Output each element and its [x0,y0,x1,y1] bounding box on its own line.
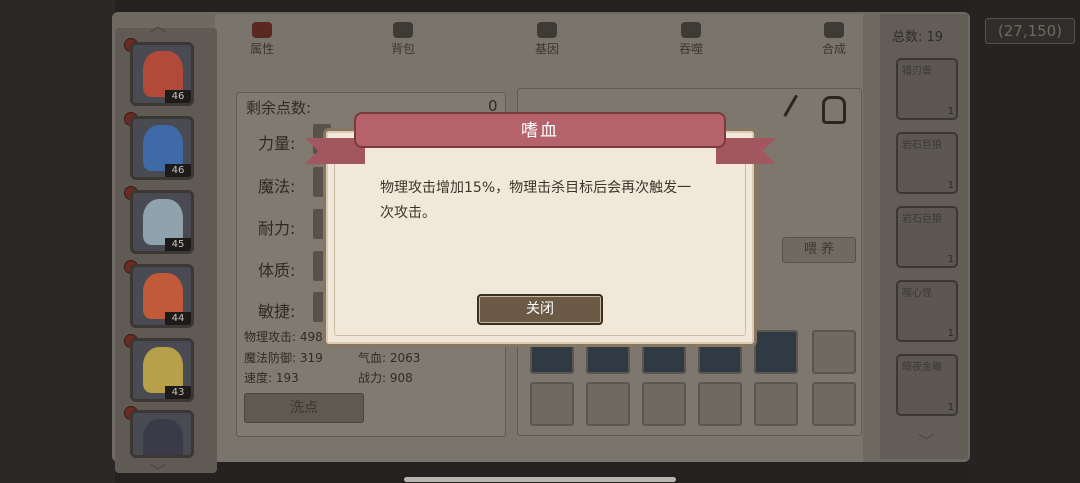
tab-label: 属性 [249,42,274,56]
gene-icon [537,22,557,38]
equipment-slot[interactable] [754,382,798,426]
pet-scroll-down-icon[interactable]: ﹀ [918,428,934,452]
tab-gene[interactable]: 基因 [517,22,577,62]
attr-magic-label: 魔法: [258,177,296,196]
equipment-slot[interactable] [812,330,856,374]
pet-name: 岩石巨狼 [902,214,942,225]
scroll-down-icon[interactable]: ﹀ [150,458,166,482]
attr-constitution-label: 体质: [258,261,296,280]
remaining-points-label: 剩余点数: [246,99,312,117]
pet-count: 1 [947,254,954,265]
lock-icon[interactable] [822,96,846,124]
pet-name: 噬心怪 [902,288,932,299]
hero-card[interactable]: 46 [130,116,194,180]
equipment-slot[interactable] [530,382,574,426]
tab-label: 基因 [534,42,559,56]
tab-label: 合成 [821,42,846,56]
tab-label: 背包 [390,42,415,56]
world-left-background [0,0,115,483]
backpack-icon [393,22,413,38]
pet-card[interactable]: 暗夜金雕 1 [896,354,958,416]
hero-card[interactable]: 46 [130,42,194,106]
home-indicator[interactable] [404,477,676,482]
equipment-slot[interactable] [812,382,856,426]
tab-attributes[interactable]: 属性 [232,22,292,62]
close-button[interactable]: 关闭 [477,294,603,325]
pet-count: 1 [947,328,954,339]
game-screen: (27,150) ︿ ﹀ 46 46 45 44 43 属性 背包 基因 吞噬 … [0,0,1080,483]
synthesize-icon [824,22,844,38]
equipment-slot[interactable] [586,382,630,426]
stat-speed: 速度: 193 [244,371,299,385]
hero-level: 46 [165,90,191,103]
pet-card[interactable]: 猎刃兽 1 [896,58,958,120]
pet-name: 暗夜金雕 [902,362,942,373]
pet-count: 1 [947,402,954,413]
pet-card[interactable]: 岩石巨狼 1 [896,132,958,194]
stat-magic-def: 魔法防御: 319 [244,351,323,365]
hero-card[interactable] [130,410,194,458]
pet-total-count: 总数: 19 [892,30,944,45]
equipment-slot[interactable] [754,330,798,374]
hero-portrait [143,419,183,455]
coin-counter: (27,150) [985,18,1075,44]
pet-name: 岩石巨狼 [902,140,942,151]
hero-level: 43 [165,386,191,399]
equipment-slot[interactable] [698,382,742,426]
attr-agility-label: 敏捷: [258,302,296,321]
equipment-slot[interactable] [642,382,686,426]
pet-name: 猎刃兽 [902,66,932,77]
tab-backpack[interactable]: 背包 [373,22,433,62]
stat-phys-atk: 物理攻击: 498 [244,330,323,344]
wash-points-button[interactable]: 洗点 [244,393,364,423]
attributes-icon [252,22,272,38]
scroll-up-icon[interactable]: ︿ [150,12,166,36]
dialog-title: 嗜血 [521,121,559,141]
attr-strength-label: 力量: [258,134,296,153]
pet-count: 1 [947,180,954,191]
hero-level: 44 [165,312,191,325]
tab-devour[interactable]: 吞噬 [661,22,721,62]
world-right-background [968,0,1080,483]
attr-stamina-label: 耐力: [258,219,296,238]
hero-card[interactable]: 43 [130,338,194,402]
hero-level: 45 [165,238,191,251]
tab-label: 吞噬 [678,42,703,56]
hero-level: 46 [165,164,191,177]
pet-card[interactable]: 岩石巨狼 1 [896,206,958,268]
hero-card[interactable]: 44 [130,264,194,328]
pet-card[interactable]: 噬心怪 1 [896,280,958,342]
devour-icon [681,22,701,38]
stat-hp: 气血: 2063 [358,351,421,365]
pet-count: 1 [947,106,954,117]
feed-button[interactable]: 喂 养 [782,237,856,263]
tab-synthesize[interactable]: 合成 [804,22,864,62]
dialog-description: 物理攻击增加15%，物理击杀目标后会再次触发一次攻击。 [380,180,692,221]
hero-card[interactable]: 45 [130,190,194,254]
stat-power: 战力: 908 [358,371,413,385]
